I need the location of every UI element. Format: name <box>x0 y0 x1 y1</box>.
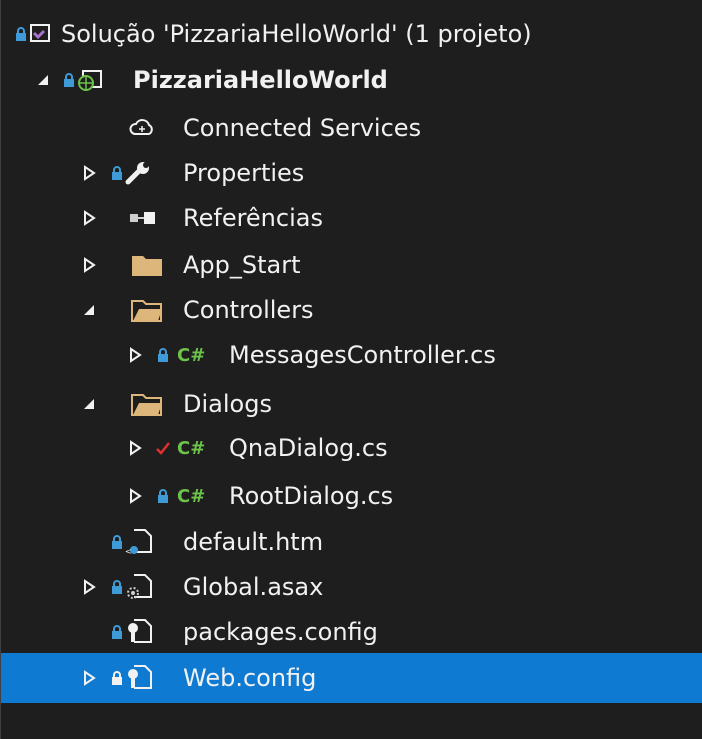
collapsed-arrow-icon[interactable] <box>125 486 145 506</box>
tree-node-qnadialog[interactable]: C# QnaDialog.cs <box>1 424 702 472</box>
tree-node-label: PizzariaHelloWorld <box>133 66 388 94</box>
lock-icon <box>63 72 75 88</box>
collapsed-arrow-icon[interactable] <box>79 577 99 597</box>
csharp-icon: C# <box>177 485 206 507</box>
tree-node-label: Properties <box>183 159 305 187</box>
collapsed-arrow-icon[interactable] <box>79 208 99 228</box>
lock-icon <box>157 347 169 363</box>
web-project-icon <box>77 69 103 91</box>
collapsed-arrow-icon[interactable] <box>125 438 145 458</box>
tree-node-project[interactable]: PizzariaHelloWorld <box>1 56 702 104</box>
collapsed-arrow-icon[interactable] <box>79 668 99 688</box>
tree-node-dialogs[interactable]: Dialogs <box>1 380 702 428</box>
folder-icon <box>131 253 163 277</box>
references-icon <box>129 211 155 225</box>
solution-icon <box>29 23 51 45</box>
tree-node-label: packages.config <box>183 618 378 646</box>
collapsed-arrow-icon[interactable] <box>79 255 99 275</box>
tree-node-label: Referências <box>183 204 323 232</box>
tree-node-label: Global.asax <box>183 573 324 601</box>
asax-file-icon <box>125 573 153 601</box>
lock-icon <box>111 165 123 181</box>
config-file-icon <box>125 664 153 692</box>
tree-node-label: QnaDialog.cs <box>229 434 388 462</box>
csharp-icon: C# <box>177 344 206 366</box>
svg-text:<: < <box>125 547 132 556</box>
tree-node-solution[interactable]: Solução 'PizzariaHelloWorld' (1 projeto) <box>1 10 702 58</box>
lock-icon <box>15 26 27 42</box>
tree-node-label: Solução 'PizzariaHelloWorld' (1 projeto) <box>61 20 532 48</box>
expanded-arrow-icon[interactable] <box>79 394 99 414</box>
tree-node-web-config[interactable]: Web.config <box>1 653 702 703</box>
tree-node-messages-controller[interactable]: C# MessagesController.cs <box>1 331 702 379</box>
tree-node-default-htm[interactable]: < default.htm <box>1 518 702 566</box>
expanded-arrow-icon[interactable] <box>33 70 53 90</box>
tree-node-label: default.htm <box>183 528 324 556</box>
lock-icon <box>111 670 123 686</box>
tree-node-label: Web.config <box>183 664 317 692</box>
lock-icon <box>111 579 123 595</box>
lock-icon <box>111 624 123 640</box>
tree-node-references[interactable]: Referências <box>1 194 702 242</box>
expanded-arrow-icon[interactable] <box>79 300 99 320</box>
cloud-icon <box>129 118 155 138</box>
collapsed-arrow-icon[interactable] <box>125 345 145 365</box>
tree-node-controllers[interactable]: Controllers <box>1 286 702 334</box>
tree-node-connected-services[interactable]: Connected Services <box>1 104 702 152</box>
tree-node-packages-config[interactable]: packages.config <box>1 608 702 656</box>
tree-node-properties[interactable]: Properties <box>1 149 702 197</box>
collapsed-arrow-icon[interactable] <box>79 163 99 183</box>
checkmark-icon <box>155 440 171 456</box>
lock-icon <box>157 488 169 504</box>
tree-node-label: Connected Services <box>183 114 422 142</box>
html-file-icon: < <box>125 528 153 556</box>
tree-node-global-asax[interactable]: Global.asax <box>1 563 702 611</box>
lock-icon <box>111 534 123 550</box>
tree-node-label: Controllers <box>183 296 314 324</box>
tree-node-label: RootDialog.cs <box>229 482 394 510</box>
config-file-icon <box>125 618 153 646</box>
tree-node-label: MessagesController.cs <box>229 341 496 369</box>
tree-node-label: Dialogs <box>183 390 272 418</box>
csharp-icon: C# <box>177 437 206 459</box>
tree-node-label: App_Start <box>183 251 301 279</box>
folder-open-icon <box>131 392 163 416</box>
solution-explorer-tree: Solução 'PizzariaHelloWorld' (1 projeto)… <box>0 0 702 739</box>
folder-open-icon <box>131 298 163 322</box>
wrench-icon <box>125 161 151 185</box>
tree-node-app-start[interactable]: App_Start <box>1 241 702 289</box>
tree-node-rootdialog[interactable]: C# RootDialog.cs <box>1 472 702 520</box>
